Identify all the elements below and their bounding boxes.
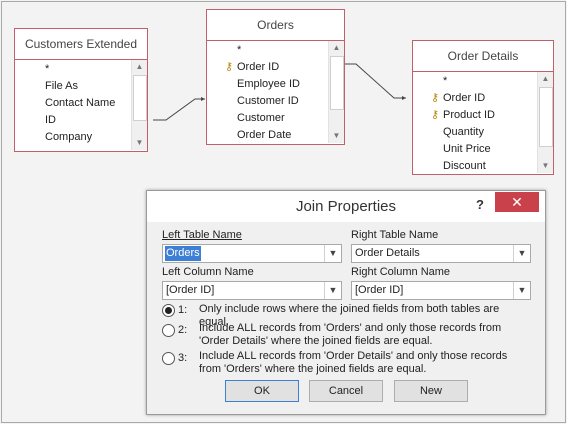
vertical-scrollbar[interactable]: ▲ ▼ [328,41,344,143]
field-item[interactable]: Company [45,129,115,146]
chevron-down-icon[interactable]: ▼ [513,282,530,299]
join-option-3-text[interactable]: Include ALL records from 'Order Details'… [199,350,529,376]
chevron-down-icon[interactable]: ▼ [324,282,341,299]
field-item[interactable]: Discount [431,158,495,175]
field-label: Discount [443,160,486,172]
new-button[interactable]: New [394,380,468,402]
right-table-select[interactable]: Order Details ▼ [351,244,531,263]
join-properties-dialog: Join Properties ? ✕ Left Table Name Righ… [146,190,546,415]
join-option-3-radio[interactable] [162,352,175,365]
table-customers-extended[interactable]: Customers Extended * File As Contact Nam… [14,28,148,152]
left-table-label-text: Left Table Name [162,229,242,241]
table-title[interactable]: Orders [207,10,344,41]
scroll-down-icon[interactable]: ▼ [329,129,344,143]
field-label: Product ID [443,109,495,121]
field-list: * ⚷ Order ID ⚷ Product ID Quantity Unit Pr… [431,73,495,175]
left-column-select[interactable]: [Order ID] ▼ [162,281,342,300]
join-option-2-text[interactable]: Include ALL records from 'Orders' and on… [199,322,529,348]
field-label: Quantity [443,126,484,138]
join-option-3-number: 3: [178,352,188,364]
field-label: Customer ID [237,95,299,107]
scroll-down-icon[interactable]: ▼ [132,136,147,150]
field-list: * ⚷ Order ID Employee ID Customer ID Cust… [225,42,300,144]
vertical-scrollbar[interactable]: ▲ ▼ [537,72,553,173]
field-label: Order ID [237,61,280,73]
join-line-customers-orders [153,98,205,121]
field-item[interactable]: ⚷ Order ID [225,59,300,76]
field-item[interactable]: Unit Price [431,141,495,158]
scroll-down-icon[interactable]: ▼ [538,159,553,173]
scroll-thumb[interactable] [133,75,147,121]
join-option-1-number: 1: [178,304,188,316]
field-item[interactable]: * [45,61,115,78]
cancel-button[interactable]: Cancel [309,380,383,402]
field-label: Order ID [443,92,486,104]
join-option-2-number: 2: [178,324,188,336]
table-title[interactable]: Order Details [413,41,553,72]
chevron-down-icon[interactable]: ▼ [324,245,341,262]
primary-key-icon: ⚷ [431,92,440,104]
table-title[interactable]: Customers Extended [15,29,147,60]
field-item[interactable]: Quantity [431,124,495,141]
left-table-select[interactable]: Orders ▼ [162,244,342,263]
field-item[interactable]: Customer [225,110,300,127]
left-table-label: Left Table Name [162,229,242,241]
field-item[interactable]: * [431,73,495,90]
field-item[interactable]: Order Date [225,127,300,144]
field-item[interactable]: Customer ID [225,93,300,110]
join-arrow-order-details [402,96,406,100]
field-item[interactable]: ID [45,112,115,129]
field-item[interactable]: ⚷ Order ID [431,90,495,107]
scroll-thumb[interactable] [330,56,344,110]
join-arrow-orders [201,97,205,101]
right-table-label: Right Table Name [351,229,439,241]
ok-button[interactable]: OK [225,380,299,402]
close-icon[interactable]: ✕ [495,192,539,212]
chevron-down-icon[interactable]: ▼ [513,245,530,262]
field-item[interactable]: * [225,42,300,59]
field-label: Customer [237,112,285,124]
field-label: Employee ID [237,78,300,90]
scroll-up-icon[interactable]: ▲ [132,60,147,74]
join-option-2-radio[interactable] [162,324,175,337]
field-item[interactable]: Contact Name [45,95,115,112]
join-option-1-radio[interactable] [162,304,175,317]
field-label: Unit Price [443,143,491,155]
field-item[interactable]: ⚷ Product ID [431,107,495,124]
right-column-label: Right Column Name [351,266,451,278]
scroll-up-icon[interactable]: ▲ [538,72,553,86]
join-line-orders-details [345,63,406,99]
field-list: * File As Contact Name ID Company [45,61,115,146]
field-item[interactable]: Employee ID [225,76,300,93]
scroll-thumb[interactable] [539,87,553,147]
help-icon[interactable]: ? [476,197,484,212]
right-table-value: Order Details [355,247,420,259]
dialog-title[interactable]: Join Properties [147,191,545,222]
primary-key-icon: ⚷ [225,61,234,73]
field-label: * [237,44,242,56]
right-column-select[interactable]: [Order ID] ▼ [351,281,531,300]
vertical-scrollbar[interactable]: ▲ ▼ [131,60,147,150]
right-column-value: [Order ID] [355,284,404,296]
field-label: Order Date [237,129,292,141]
left-column-value: [Order ID] [166,284,215,296]
table-order-details[interactable]: Order Details * ⚷ Order ID ⚷ Product ID Qu… [412,40,554,175]
table-orders[interactable]: Orders * ⚷ Order ID Employee ID Customer … [206,9,345,145]
field-item[interactable]: File As [45,78,115,95]
field-label: * [443,75,448,87]
left-column-label: Left Column Name [162,266,254,278]
left-table-value: Orders [165,246,201,261]
primary-key-icon: ⚷ [431,109,440,121]
scroll-up-icon[interactable]: ▲ [329,41,344,55]
